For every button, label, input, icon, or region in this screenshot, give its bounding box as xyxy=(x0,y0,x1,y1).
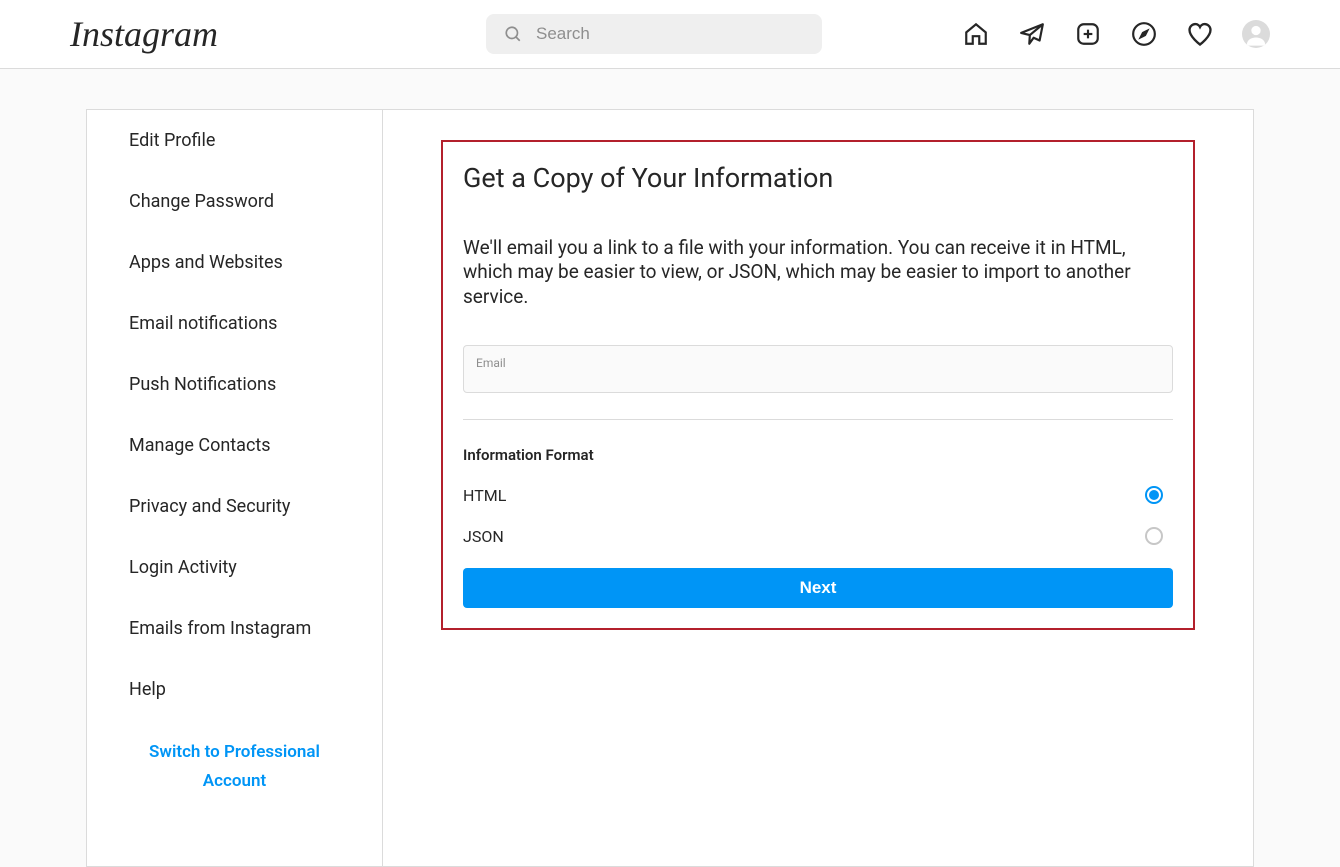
email-field[interactable]: Email xyxy=(463,345,1173,393)
logo[interactable]: Instagram xyxy=(70,13,350,55)
sidebar-item-help[interactable]: Help xyxy=(87,659,382,720)
download-info-section: Get a Copy of Your Information We'll ema… xyxy=(441,140,1195,630)
sidebar-item-emails-from-instagram[interactable]: Emails from Instagram xyxy=(87,598,382,659)
activity-icon[interactable] xyxy=(1186,20,1214,48)
sidebar-item-email-notifications[interactable]: Email notifications xyxy=(87,293,382,354)
format-option-html[interactable]: HTML xyxy=(463,486,1173,505)
sidebar-item-push-notifications[interactable]: Push Notifications xyxy=(87,354,382,415)
avatar[interactable] xyxy=(1242,20,1270,48)
switch-professional-link[interactable]: Switch to Professional Account xyxy=(87,720,382,814)
new-post-icon[interactable] xyxy=(1074,20,1102,48)
sidebar-item-edit-profile[interactable]: Edit Profile xyxy=(87,110,382,171)
sidebar-item-apps-websites[interactable]: Apps and Websites xyxy=(87,232,382,293)
sidebar-item-change-password[interactable]: Change Password xyxy=(87,171,382,232)
settings-sidebar: Edit Profile Change Password Apps and We… xyxy=(86,109,382,867)
explore-icon[interactable] xyxy=(1130,20,1158,48)
description-text: We'll email you a link to a file with yo… xyxy=(463,236,1173,309)
format-title: Information Format xyxy=(463,446,1173,464)
main-panel: Get a Copy of Your Information We'll ema… xyxy=(382,109,1254,867)
radio-json[interactable] xyxy=(1145,527,1163,545)
page-title: Get a Copy of Your Information xyxy=(463,162,1173,194)
messages-icon[interactable] xyxy=(1018,20,1046,48)
nav-icons xyxy=(962,20,1270,48)
divider xyxy=(463,419,1173,420)
format-option-label: HTML xyxy=(463,486,506,505)
search-input[interactable] xyxy=(536,24,804,44)
page: Edit Profile Change Password Apps and We… xyxy=(0,69,1340,867)
format-option-label: JSON xyxy=(463,527,504,546)
radio-html[interactable] xyxy=(1145,486,1163,504)
search-wrap xyxy=(486,14,822,54)
sidebar-item-login-activity[interactable]: Login Activity xyxy=(87,537,382,598)
home-icon[interactable] xyxy=(962,20,990,48)
search-box[interactable] xyxy=(486,14,822,54)
email-input[interactable] xyxy=(476,373,1160,390)
sidebar-item-manage-contacts[interactable]: Manage Contacts xyxy=(87,415,382,476)
next-button[interactable]: Next xyxy=(463,568,1173,608)
search-icon xyxy=(504,25,522,43)
sidebar-item-privacy-security[interactable]: Privacy and Security xyxy=(87,476,382,537)
email-label: Email xyxy=(476,356,506,370)
container: Edit Profile Change Password Apps and We… xyxy=(86,109,1254,867)
format-option-json[interactable]: JSON xyxy=(463,527,1173,546)
top-nav: Instagram xyxy=(0,0,1340,69)
